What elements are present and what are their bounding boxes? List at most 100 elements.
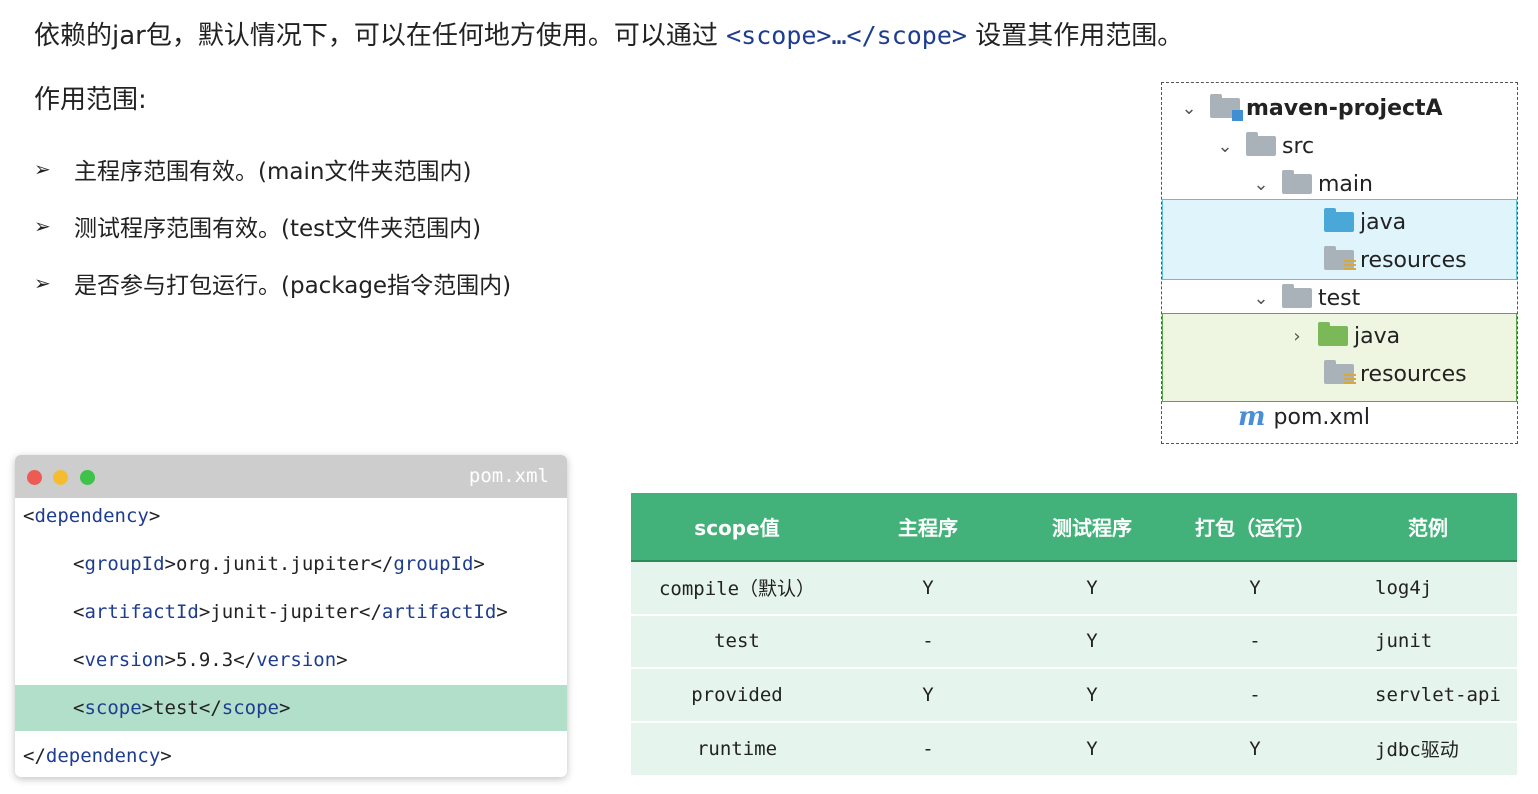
table-cell: junit	[1339, 613, 1517, 668]
angle-bracket: >	[198, 601, 211, 623]
tree-label: java	[1360, 209, 1407, 235]
tree-label: src	[1282, 133, 1315, 159]
tree-label: test	[1318, 285, 1361, 311]
table-cell: provided	[631, 667, 843, 722]
table-cell: Y	[1013, 613, 1171, 668]
maven-m-icon: m	[1238, 402, 1266, 432]
scope-bullet-list: ➢ 主程序范围有效。(main文件夹范围内) ➢ 测试程序范围有效。(test文件夹…	[34, 140, 511, 311]
table-cell: Y	[1171, 720, 1339, 775]
angle-bracket: >	[496, 601, 508, 623]
bullet-item: ➢ 主程序范围有效。(main文件夹范围内)	[34, 140, 511, 197]
table-body: compile（默认） Y Y Ylog4j test - Y - junit provided Y…	[631, 560, 1517, 775]
arrow-bullet-icon: ➢	[34, 156, 51, 181]
intro-text: 依赖的jar包，默认情况下，可以在任何地方使用。可以通过 <scope>…</s…	[34, 14, 1183, 58]
table-cell: Y	[1013, 667, 1171, 722]
angle-bracket: </	[198, 697, 222, 719]
angle-bracket: >	[473, 553, 485, 575]
tree-item-main-resources[interactable]: resources	[1162, 241, 1517, 279]
scope-title: 作用范围:	[34, 85, 147, 115]
tree-item-src[interactable]: ⌄ src	[1162, 127, 1517, 165]
maximize-dot-icon	[80, 470, 95, 485]
tree-item-test-java[interactable]: › java	[1162, 317, 1517, 355]
tree-item-pom[interactable]: m pom.xml	[1162, 398, 1517, 436]
xml-tag-close: groupId	[393, 553, 474, 575]
table-header-cell: 测试程序	[1013, 493, 1171, 562]
tree-item-main-java[interactable]: java	[1162, 203, 1517, 241]
code-line: </dependency >	[15, 733, 567, 777]
scope-table: scope值 主程序 测试程序 打包（运行） 范例 compile（默认） Y Y Y…	[631, 493, 1517, 775]
table-cell: Y	[843, 560, 1013, 615]
project-tree: ⌄ maven-projectA ⌄ src ⌄ main java resou…	[1161, 82, 1518, 444]
xml-tag-open: dependency	[34, 505, 149, 527]
table-cell: -	[843, 720, 1013, 775]
xml-tag-open: scope	[84, 697, 142, 719]
table-cell: runtime	[631, 720, 843, 775]
code-line: < groupId > org.junit.jupiter </groupId >	[15, 541, 567, 587]
table-row: compile（默认） Y Y Ylog4j	[631, 560, 1517, 615]
close-dot-icon	[27, 470, 42, 485]
table-header-cell: 主程序	[843, 493, 1013, 562]
resources-folder-icon	[1324, 246, 1356, 272]
table-header-cell: scope值	[631, 493, 843, 562]
source-folder-icon	[1324, 208, 1354, 232]
tree-label: resources	[1360, 247, 1467, 273]
table-cell: Y	[1171, 560, 1339, 615]
angle-bracket: </	[359, 601, 382, 623]
tree-item-main[interactable]: ⌄ main	[1162, 165, 1517, 203]
code-line: < scope > test </scope >	[15, 685, 567, 731]
xml-tag-open: version	[84, 649, 165, 671]
table-cell: -	[1171, 613, 1339, 668]
tree-label: resources	[1360, 361, 1467, 387]
chevron-right-icon[interactable]: ›	[1286, 326, 1308, 347]
xml-tag-open: groupId	[84, 553, 165, 575]
xml-tag-close: version	[256, 649, 337, 671]
code-filename: pom.xml	[468, 465, 549, 487]
code-line: < version >5.9.3 </version >	[15, 637, 567, 683]
table-header-cell: 范例	[1339, 493, 1517, 562]
tree-label: java	[1354, 323, 1401, 349]
chevron-down-icon[interactable]: ⌄	[1214, 136, 1236, 157]
angle-bracket: >	[164, 649, 176, 671]
xml-tag-close: dependency	[45, 745, 161, 767]
bullet-text: 主程序范围有效。(main文件夹范围内)	[74, 158, 472, 185]
table-cell: test	[631, 613, 843, 668]
xml-value: 5.9.3	[175, 649, 234, 671]
xml-tag-close: scope	[221, 697, 279, 719]
angle-bracket: >	[148, 505, 161, 527]
table-cell: log4j	[1339, 560, 1517, 615]
angle-bracket: <	[73, 697, 85, 719]
test-source-folder-icon	[1318, 322, 1348, 346]
arrow-bullet-icon: ➢	[34, 270, 51, 295]
code-window-titlebar: pom.xml	[15, 455, 567, 498]
tree-item-test-resources[interactable]: resources	[1162, 355, 1517, 393]
table-cell: servlet-api	[1339, 667, 1517, 722]
table-cell: compile（默认）	[631, 560, 843, 615]
tree-item-project[interactable]: ⌄ maven-projectA	[1162, 89, 1517, 127]
angle-bracket: <	[23, 505, 35, 527]
xml-tag-close: artifactId	[381, 601, 497, 623]
table-cell: Y	[1013, 720, 1171, 775]
tree-label: maven-projectA	[1246, 95, 1443, 121]
bullet-text: 是否参与打包运行。(package指令范围内)	[74, 272, 512, 299]
chevron-down-icon[interactable]: ⌄	[1250, 174, 1272, 195]
tree-item-test[interactable]: ⌄ test	[1162, 279, 1517, 317]
folder-icon	[1282, 284, 1312, 308]
angle-bracket: <	[73, 553, 85, 575]
tree-label: pom.xml	[1273, 404, 1370, 430]
arrow-bullet-icon: ➢	[34, 213, 51, 238]
tree-label: main	[1318, 171, 1373, 197]
intro-scope-code: <scope>…</scope>	[726, 21, 967, 50]
angle-bracket: </	[233, 649, 257, 671]
table-header-cell: 打包（运行）	[1171, 493, 1339, 562]
table-row: runtime - Y Yjdbc驱动	[631, 720, 1517, 775]
table-cell: Y	[1013, 560, 1171, 615]
folder-icon	[1246, 132, 1276, 156]
table-header-row: scope值 主程序 测试程序 打包（运行） 范例	[631, 493, 1517, 562]
intro-text-after: 设置其作用范围。	[975, 21, 1184, 51]
angle-bracket: >	[278, 697, 291, 719]
angle-bracket: >	[336, 649, 348, 671]
chevron-down-icon[interactable]: ⌄	[1178, 98, 1200, 119]
bullet-item: ➢ 测试程序范围有效。(test文件夹范围内)	[34, 197, 511, 254]
chevron-down-icon[interactable]: ⌄	[1250, 288, 1272, 309]
table-cell: -	[843, 613, 1013, 668]
